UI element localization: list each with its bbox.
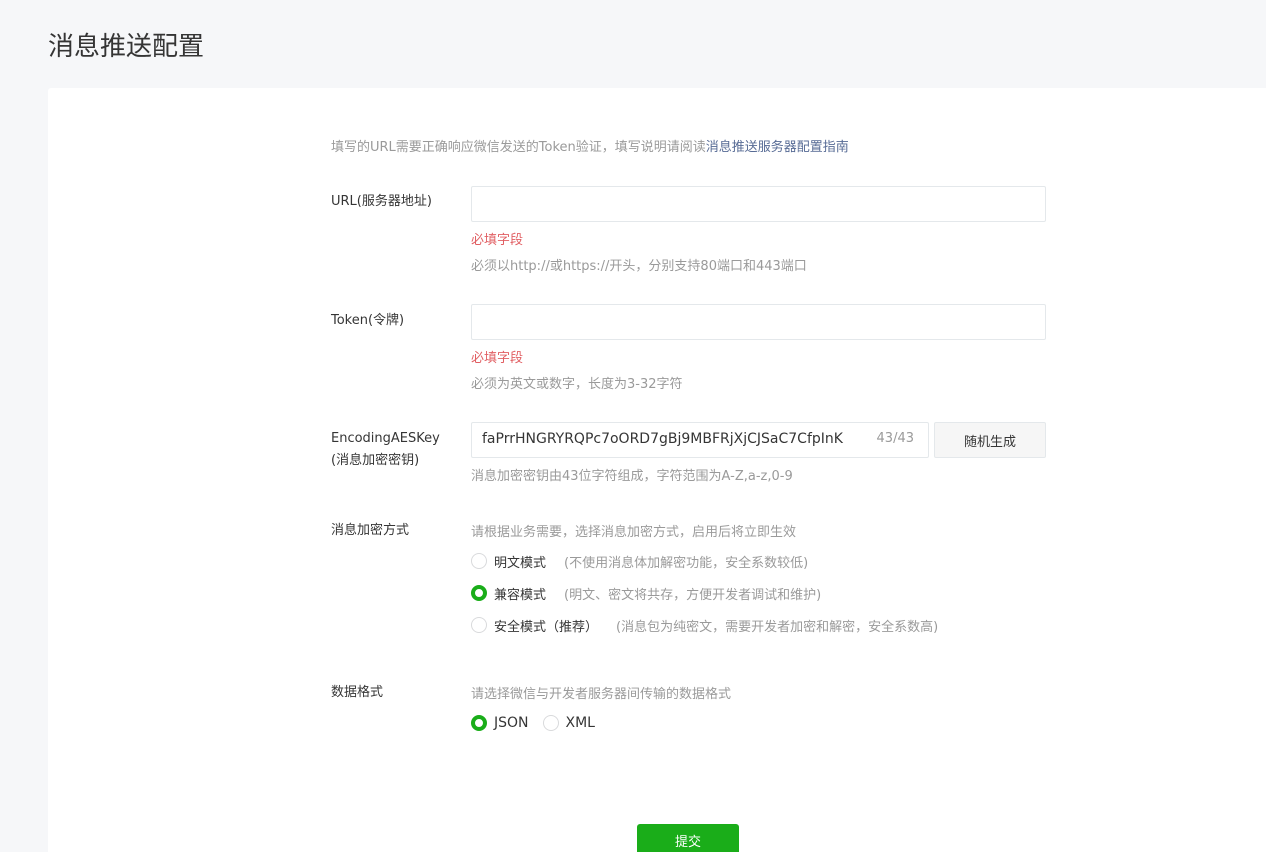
radio-secure-mode[interactable]: 安全模式（推荐） (消息包为纯密文，需要开发者加密和解密，安全系数高) (471, 616, 939, 635)
encrypt-mode-label: 消息加密方式 (331, 523, 410, 538)
token-label: Token(令牌) (331, 313, 405, 328)
radio-circle[interactable] (471, 553, 487, 569)
url-label: URL(服务器地址) (331, 194, 432, 209)
radio-description: (消息包为纯密文，需要开发者加密和解密，安全系数高) (616, 619, 939, 635)
radio-plaintext-mode[interactable]: 明文模式 (不使用消息体加解密功能，安全系数较低) (471, 552, 809, 571)
radio-compatible-mode[interactable]: 兼容模式 (明文、密文将共存，方便开发者调试和维护) (471, 584, 822, 603)
token-input[interactable] (471, 304, 1046, 340)
radio-json-label[interactable]: JSON (494, 715, 529, 731)
radio-xml-circle[interactable] (542, 715, 559, 731)
page-title: 消息推送配置 (48, 32, 205, 62)
random-generate-button[interactable]: 随机生成 (934, 422, 1046, 458)
url-error: 必填字段 (471, 233, 524, 248)
radio-label: 明文模式 (494, 555, 547, 571)
radio-label: 安全模式（推荐） (494, 619, 599, 635)
encrypt-mode-hint: 请根据业务需要，选择消息加密方式，启用后将立即生效 (471, 525, 797, 540)
radio-format-group: JSON XML (471, 714, 595, 732)
data-format-label: 数据格式 (331, 685, 384, 700)
aes-label: EncodingAESKey (消息加密密钥) (331, 428, 440, 472)
radio-label: 兼容模式 (494, 587, 547, 603)
aes-key-value: faPrrHNGRYRQPc7oORD7gBj9MBFRjXjCJSaC7Cfp… (482, 431, 843, 447)
radio-circle[interactable] (471, 617, 487, 633)
config-guide-link[interactable]: 消息推送服务器配置指南 (706, 140, 849, 155)
submit-button[interactable]: 提交 (637, 824, 739, 852)
intro-description: 填写的URL需要正确响应微信发送的Token验证，填写说明请阅读 (331, 140, 706, 155)
aes-key-counter: 43/43 (876, 431, 914, 446)
radio-xml-label[interactable]: XML (566, 715, 595, 731)
intro-text: 填写的URL需要正确响应微信发送的Token验证，填写说明请阅读消息推送服务器配… (331, 136, 849, 155)
radio-description: (明文、密文将共存，方便开发者调试和维护) (564, 587, 822, 603)
aes-label-line2: (消息加密密钥) (331, 453, 420, 468)
token-error: 必填字段 (471, 351, 524, 366)
data-format-hint: 请选择微信与开发者服务器间传输的数据格式 (471, 687, 732, 702)
radio-description: (不使用消息体加解密功能，安全系数较低) (564, 555, 809, 571)
radio-circle[interactable] (471, 585, 487, 601)
url-hint: 必须以http://或https://开头，分别支持80端口和443端口 (471, 259, 807, 274)
aes-hint: 消息加密密钥由43位字符组成，字符范围为A-Z,a-z,0-9 (471, 469, 793, 484)
radio-json-circle[interactable] (471, 715, 487, 731)
url-input[interactable] (471, 186, 1046, 222)
aes-label-line1: EncodingAESKey (331, 431, 440, 446)
aes-key-input[interactable]: faPrrHNGRYRQPc7oORD7gBj9MBFRjXjCJSaC7Cfp… (471, 422, 929, 458)
token-hint: 必须为英文或数字，长度为3-32字符 (471, 377, 683, 392)
